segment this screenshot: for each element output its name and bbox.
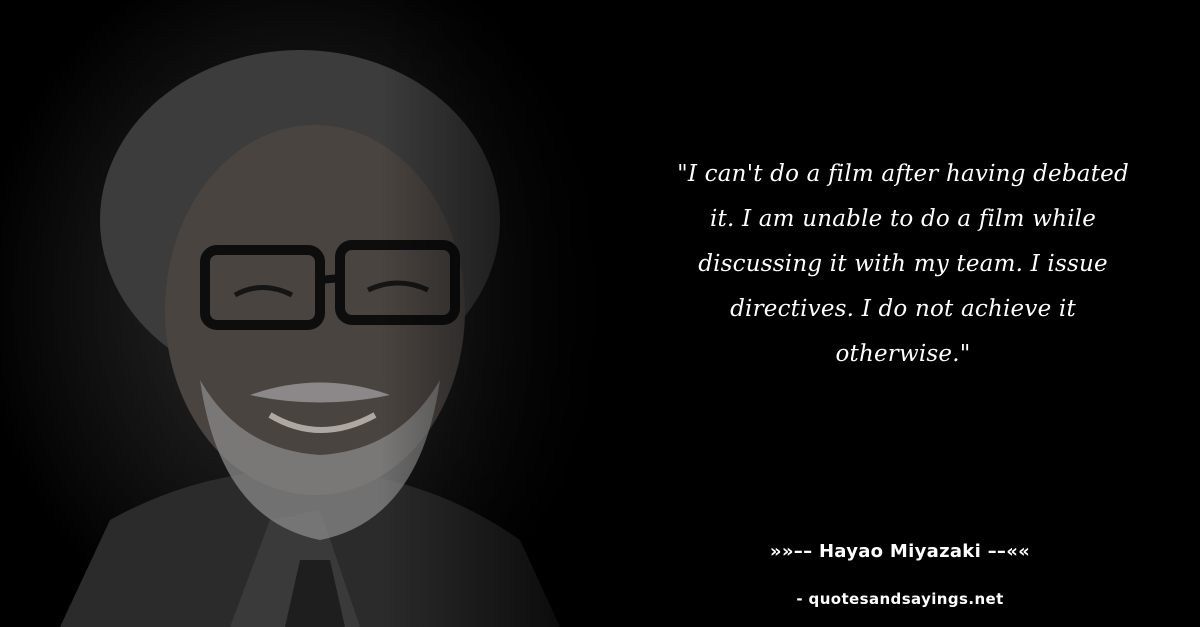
glasses-bridge [319,274,341,284]
quote-author: »»–– Hayao Miyazaki ––«« [769,541,1031,562]
quote-container: "I can't do a film after having debated … [668,152,1138,377]
quote-card: "I can't do a film after having debated … [0,0,1200,627]
portrait-fade-overlay [380,0,680,627]
source-watermark: - quotesandsayings.net [796,590,1004,608]
quote-text: "I can't do a film after having debated … [677,161,1129,367]
